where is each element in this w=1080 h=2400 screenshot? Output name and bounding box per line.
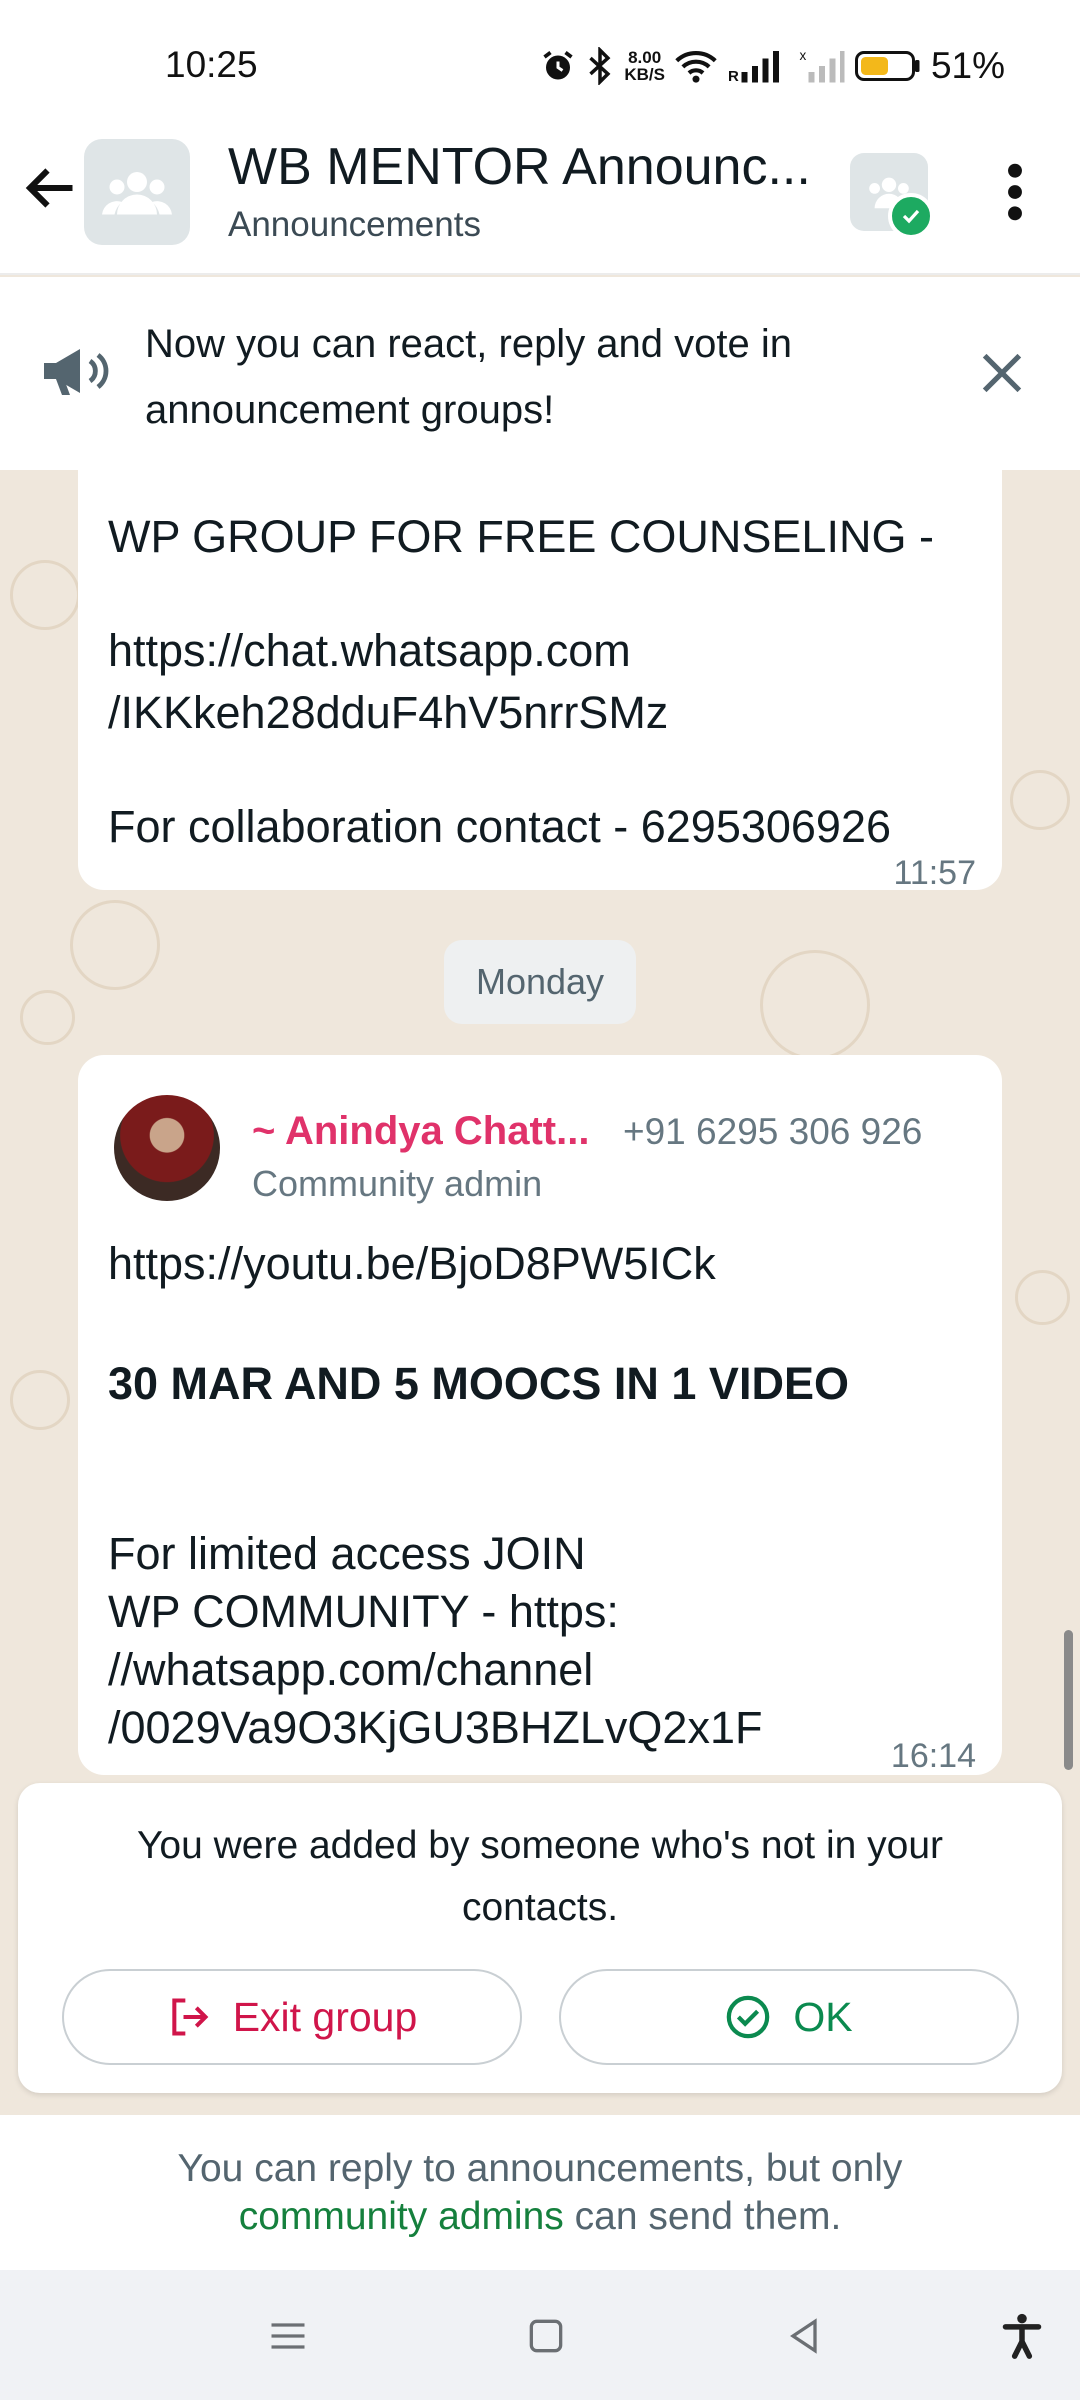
wifi-icon xyxy=(675,48,717,84)
ok-button[interactable]: OK xyxy=(559,1969,1019,2065)
wallpaper-doodle xyxy=(1010,770,1070,830)
wallpaper-doodle xyxy=(10,1370,70,1430)
wallpaper-doodle xyxy=(20,990,75,1045)
wallpaper-doodle xyxy=(70,900,160,990)
message-time: 11:57 xyxy=(893,854,976,892)
added-by-text: You were added by someone who's not in y… xyxy=(136,1824,944,1929)
group-people-icon xyxy=(102,172,172,215)
bluetooth-icon xyxy=(586,47,614,85)
alarm-icon xyxy=(540,48,576,84)
signal-icon: R xyxy=(727,48,789,84)
accessibility-icon[interactable] xyxy=(994,2308,1050,2364)
day-separator: Monday xyxy=(444,940,636,1024)
added-by-card: You were added by someone who's not in y… xyxy=(18,1783,1062,2093)
sender-role: Community admin xyxy=(252,1163,543,1204)
wallpaper-doodle xyxy=(10,560,80,630)
message-bubble[interactable]: ~ Anindya Chatt... +91 6295 306 926 Comm… xyxy=(78,1055,1002,1775)
battery-icon xyxy=(854,49,921,83)
wallpaper-doodle xyxy=(760,950,870,1060)
message-bubble[interactable]: WP GROUP FOR FREE COUNSELING - https://c… xyxy=(78,470,1002,892)
group-title[interactable]: WB MENTOR Announc... xyxy=(228,137,811,197)
reply-restriction-note: You can reply to announcements, but only… xyxy=(0,2115,1080,2270)
check-badge-icon xyxy=(888,193,934,239)
announcement-banner: Now you can react, reply and vote in ann… xyxy=(0,277,1080,470)
message-body: For limited access JOIN WP COMMUNITY - h… xyxy=(108,1528,763,1753)
message-bold-line: 30 MAR AND 5 MOOCS IN 1 VIDEO xyxy=(108,1358,849,1409)
message-line: WP GROUP FOR FREE COUNSELING - xyxy=(108,511,934,562)
back-triangle-icon[interactable] xyxy=(776,2308,832,2364)
net-speed: 8.00 KB/S xyxy=(624,48,665,84)
svg-text:x: x xyxy=(799,48,806,63)
exit-group-label: Exit group xyxy=(232,1993,418,2040)
system-nav-bar xyxy=(0,2270,1080,2400)
community-admins-link[interactable]: community admins xyxy=(239,2195,564,2238)
message-line: For collaboration contact - 6295306926 xyxy=(108,801,892,852)
recents-menu-icon[interactable] xyxy=(260,2308,316,2364)
group-avatar[interactable] xyxy=(84,139,190,245)
status-time: 10:25 xyxy=(165,44,258,85)
megaphone-icon xyxy=(40,343,112,404)
check-circle-icon xyxy=(727,1995,770,2039)
exit-group-button[interactable]: Exit group xyxy=(62,1969,522,2065)
avatar[interactable] xyxy=(114,1095,220,1201)
close-icon[interactable] xyxy=(976,347,1028,399)
note-after: can send them. xyxy=(574,2195,842,2238)
wallpaper-doodle xyxy=(1015,1270,1070,1325)
ok-label: OK xyxy=(793,1993,853,2040)
svg-text:R: R xyxy=(728,68,739,84)
scrollbar[interactable] xyxy=(1064,1630,1073,1770)
message-link[interactable]: /IKKkeh28dduF4hV5nrrSMz xyxy=(108,684,668,742)
sender-phone: +91 6295 306 926 xyxy=(623,1111,923,1152)
group-subtitle[interactable]: Announcements xyxy=(228,205,481,245)
status-icons: 8.00 KB/S R x 51% xyxy=(540,44,1005,88)
sender-name[interactable]: ~ Anindya Chatt... xyxy=(252,1109,589,1154)
chat-header: WB MENTOR Announc... Announcements xyxy=(0,135,1080,275)
battery-percent: 51% xyxy=(930,45,1005,86)
note-line-2: community admins can send them. xyxy=(0,2193,1080,2241)
no-signal-icon: x xyxy=(799,48,845,84)
more-options-icon[interactable] xyxy=(995,160,1035,224)
status-bar: 10:25 8.00 KB/S R x 51% xyxy=(0,0,1080,135)
home-icon[interactable] xyxy=(518,2308,574,2364)
message-link[interactable]: https://chat.whatsapp.com xyxy=(108,622,631,680)
message-time: 16:14 xyxy=(890,1737,976,1775)
banner-text: Now you can react, reply and vote in ann… xyxy=(145,322,793,432)
back-arrow-icon[interactable] xyxy=(20,158,80,218)
exit-icon xyxy=(172,1998,209,2036)
note-line-1: You can reply to announcements, but only xyxy=(177,2147,903,2190)
message-link[interactable]: https://youtu.be/BjoD8PW5ICk xyxy=(108,1235,716,1293)
